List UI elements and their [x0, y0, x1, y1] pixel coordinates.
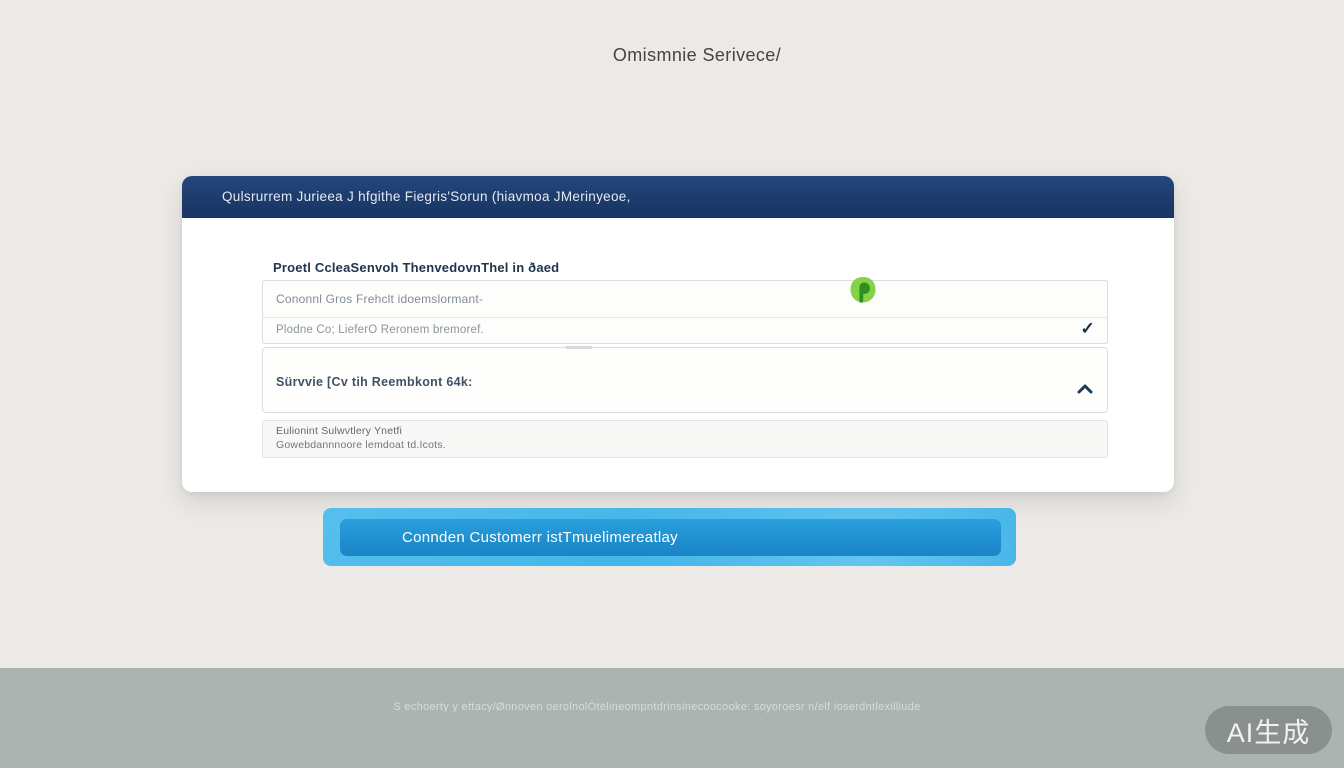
- dialog-header-title: Qulsrurrem Jurieea J hfgithe Fiegris'Sor…: [222, 189, 631, 204]
- info-box: Eulionint Sulwvtlery Ynetfi Gowebdannnoo…: [262, 420, 1108, 458]
- dialog-card: Qulsrurrem Jurieea J hfgithe Fiegris'Sor…: [182, 176, 1174, 492]
- divider: [566, 346, 592, 349]
- info-line-2: Gowebdannnoore lemdoat td.Icots.: [276, 439, 1094, 451]
- footer: S echoerty y ettacy/Ønnoven oerolnolÒtël…: [0, 668, 1344, 768]
- section-label: Sürvvie [Cv tih Reembkont 64k:: [276, 375, 473, 389]
- cta-container: Connden Customerr istTmuelimereatlay: [323, 508, 1016, 566]
- text-input-secondary[interactable]: Plodne Co; LieferO Reronem bremoref. ✓: [263, 318, 1107, 344]
- collapsible-section[interactable]: Sürvvie [Cv tih Reembkont 64k:: [262, 347, 1108, 413]
- form-field-label: Proetl CcleaSenvoh ThenvedovnThel in ðae…: [273, 260, 559, 275]
- page-title: Omismnie Serivece/: [25, 45, 1344, 66]
- footer-text: S echoerty y ettacy/Ønnoven oerolnolÒtël…: [0, 701, 1329, 713]
- chevron-up-icon[interactable]: [1077, 381, 1093, 391]
- ai-generated-watermark: AI生成: [1205, 706, 1332, 754]
- text-input-secondary-value: Plodne Co; LieferO Reronem bremoref.: [276, 324, 484, 336]
- submit-button[interactable]: Connden Customerr istTmuelimereatlay: [340, 519, 1001, 556]
- leaf-sprout-icon: [850, 276, 876, 306]
- page-background: Omismnie Serivece/ Qulsrurrem Jurieea J …: [0, 0, 1344, 768]
- text-input-primary[interactable]: Cononnl Gros Frehclt idoemslormant-: [263, 281, 1107, 318]
- info-line-1: Eulionint Sulwvtlery Ynetfi: [276, 425, 1094, 437]
- check-icon: ✓: [1081, 319, 1095, 339]
- dialog-header: Qulsrurrem Jurieea J hfgithe Fiegris'Sor…: [182, 176, 1174, 218]
- input-group: Cononnl Gros Frehclt idoemslormant- Plod…: [262, 280, 1108, 344]
